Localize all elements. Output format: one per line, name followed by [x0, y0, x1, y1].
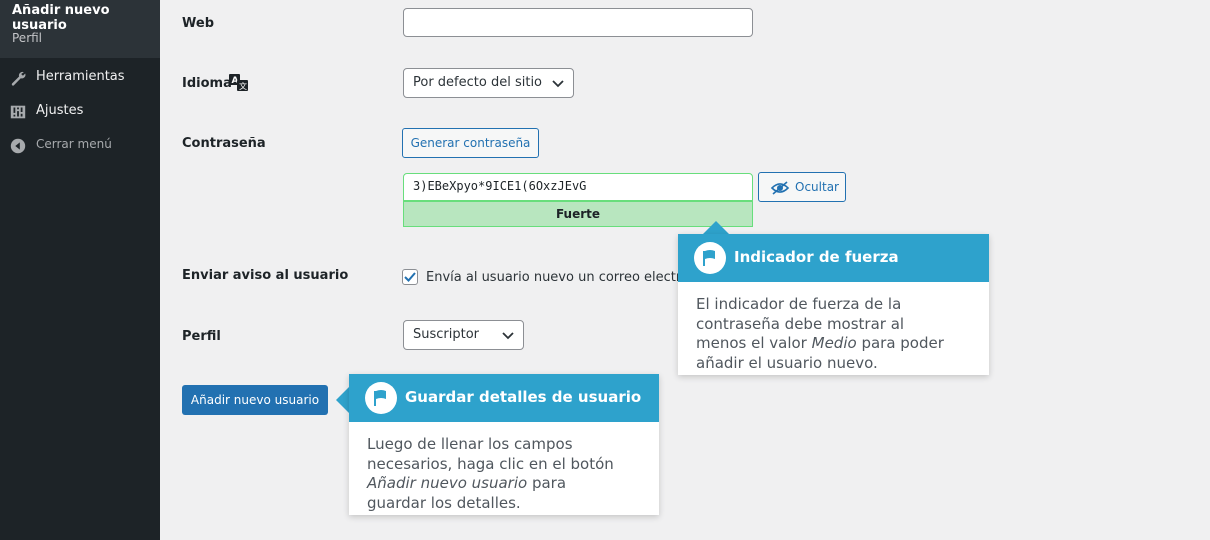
tooltip-text: para: [527, 474, 567, 492]
hide-password-label: Ocultar: [795, 180, 839, 194]
sidebar-collapse-menu[interactable]: Cerrar menú: [0, 129, 160, 163]
tooltip-arrow: [703, 221, 729, 234]
strength-tooltip: Indicador de fuerza El indicador de fuer…: [678, 234, 989, 375]
sidebar-item-tools[interactable]: Herramientas: [0, 61, 160, 95]
generate-password-button[interactable]: Generar contraseña: [402, 128, 539, 158]
admin-sidebar: Añadir nuevo usuario Perfil Herramientas…: [0, 0, 160, 540]
hide-password-button[interactable]: Ocultar: [758, 172, 846, 202]
sidebar-item-label: Cerrar menú: [36, 137, 112, 151]
tooltip-arrow: [336, 387, 349, 413]
tooltip-emphasis: Añadir nuevo usuario: [367, 474, 528, 492]
sidebar-item-label: Herramientas: [36, 69, 125, 84]
tooltip-header: Guardar detalles de usuario: [349, 374, 659, 422]
tooltip-line: menos el valor Medio para poder: [696, 334, 981, 354]
tooltip-body: Luego de llenar los campos necesarios, h…: [367, 435, 652, 513]
svg-text:文: 文: [239, 81, 247, 91]
password-label: Contraseña: [182, 136, 266, 151]
sliders-icon: [10, 105, 26, 119]
notify-checkbox[interactable]: [402, 269, 418, 285]
save-tooltip: Guardar detalles de usuario Luego de lle…: [349, 374, 659, 515]
tooltip-line: añadir el usuario nuevo.: [696, 353, 878, 372]
tooltip-line: necesarios, haga clic en el botón: [367, 454, 614, 473]
add-user-button[interactable]: Añadir nuevo usuario: [182, 385, 328, 415]
sidebar-item-label: Ajustes: [36, 103, 84, 118]
password-strength-meter: Fuerte: [403, 201, 753, 227]
tooltip-line: Luego de llenar los campos: [367, 435, 573, 453]
eye-slash-icon: [770, 181, 790, 195]
language-label: Idioma: [182, 76, 232, 91]
notify-label: Enviar aviso al usuario: [182, 268, 349, 283]
language-select-value: Por defecto del sitio: [413, 75, 543, 90]
collapse-icon: [10, 138, 26, 154]
tooltip-title: Indicador de fuerza: [734, 248, 899, 266]
sidebar-item-settings[interactable]: Ajustes: [0, 95, 160, 129]
password-input[interactable]: 3)EBeXpyo*9ICE1(6OxzJEvG: [403, 173, 753, 201]
tooltip-title: Guardar detalles de usuario: [405, 388, 642, 406]
flag-icon: [365, 382, 397, 414]
flag-icon: [694, 242, 726, 274]
tooltip-body: El indicador de fuerza de la contraseña …: [696, 295, 981, 373]
tooltip-line: El indicador de fuerza de la: [696, 295, 902, 313]
tooltip-line: contraseña debe mostrar al: [696, 314, 905, 333]
language-select[interactable]: Por defecto del sitio: [403, 68, 574, 98]
notify-checkbox-label: Envía al usuario nuevo un correo electró…: [426, 270, 678, 285]
web-label: Web: [182, 16, 214, 31]
sidebar-item-add-user[interactable]: Añadir nuevo usuario: [12, 3, 160, 33]
tooltip-emphasis: Medio: [811, 334, 857, 352]
role-select[interactable]: Suscriptor: [403, 320, 524, 350]
role-label: Perfil: [182, 329, 221, 344]
translate-icon: A 文: [229, 74, 248, 91]
tooltip-text: menos el valor: [696, 334, 812, 352]
tooltip-header: Indicador de fuerza: [678, 234, 989, 282]
chevron-down-icon: [502, 332, 514, 340]
tooltip-line: guardar los detalles.: [367, 493, 521, 512]
role-select-value: Suscriptor: [413, 327, 480, 342]
checkmark-icon: [404, 272, 416, 282]
sidebar-item-profile[interactable]: Perfil: [12, 31, 42, 45]
web-input[interactable]: [403, 8, 753, 37]
sidebar-current-section: Añadir nuevo usuario Perfil: [0, 0, 160, 58]
tooltip-text: para poder: [856, 334, 944, 352]
chevron-down-icon: [552, 80, 564, 88]
tooltip-line: Añadir nuevo usuario para: [367, 474, 652, 494]
wrench-icon: [11, 71, 26, 86]
